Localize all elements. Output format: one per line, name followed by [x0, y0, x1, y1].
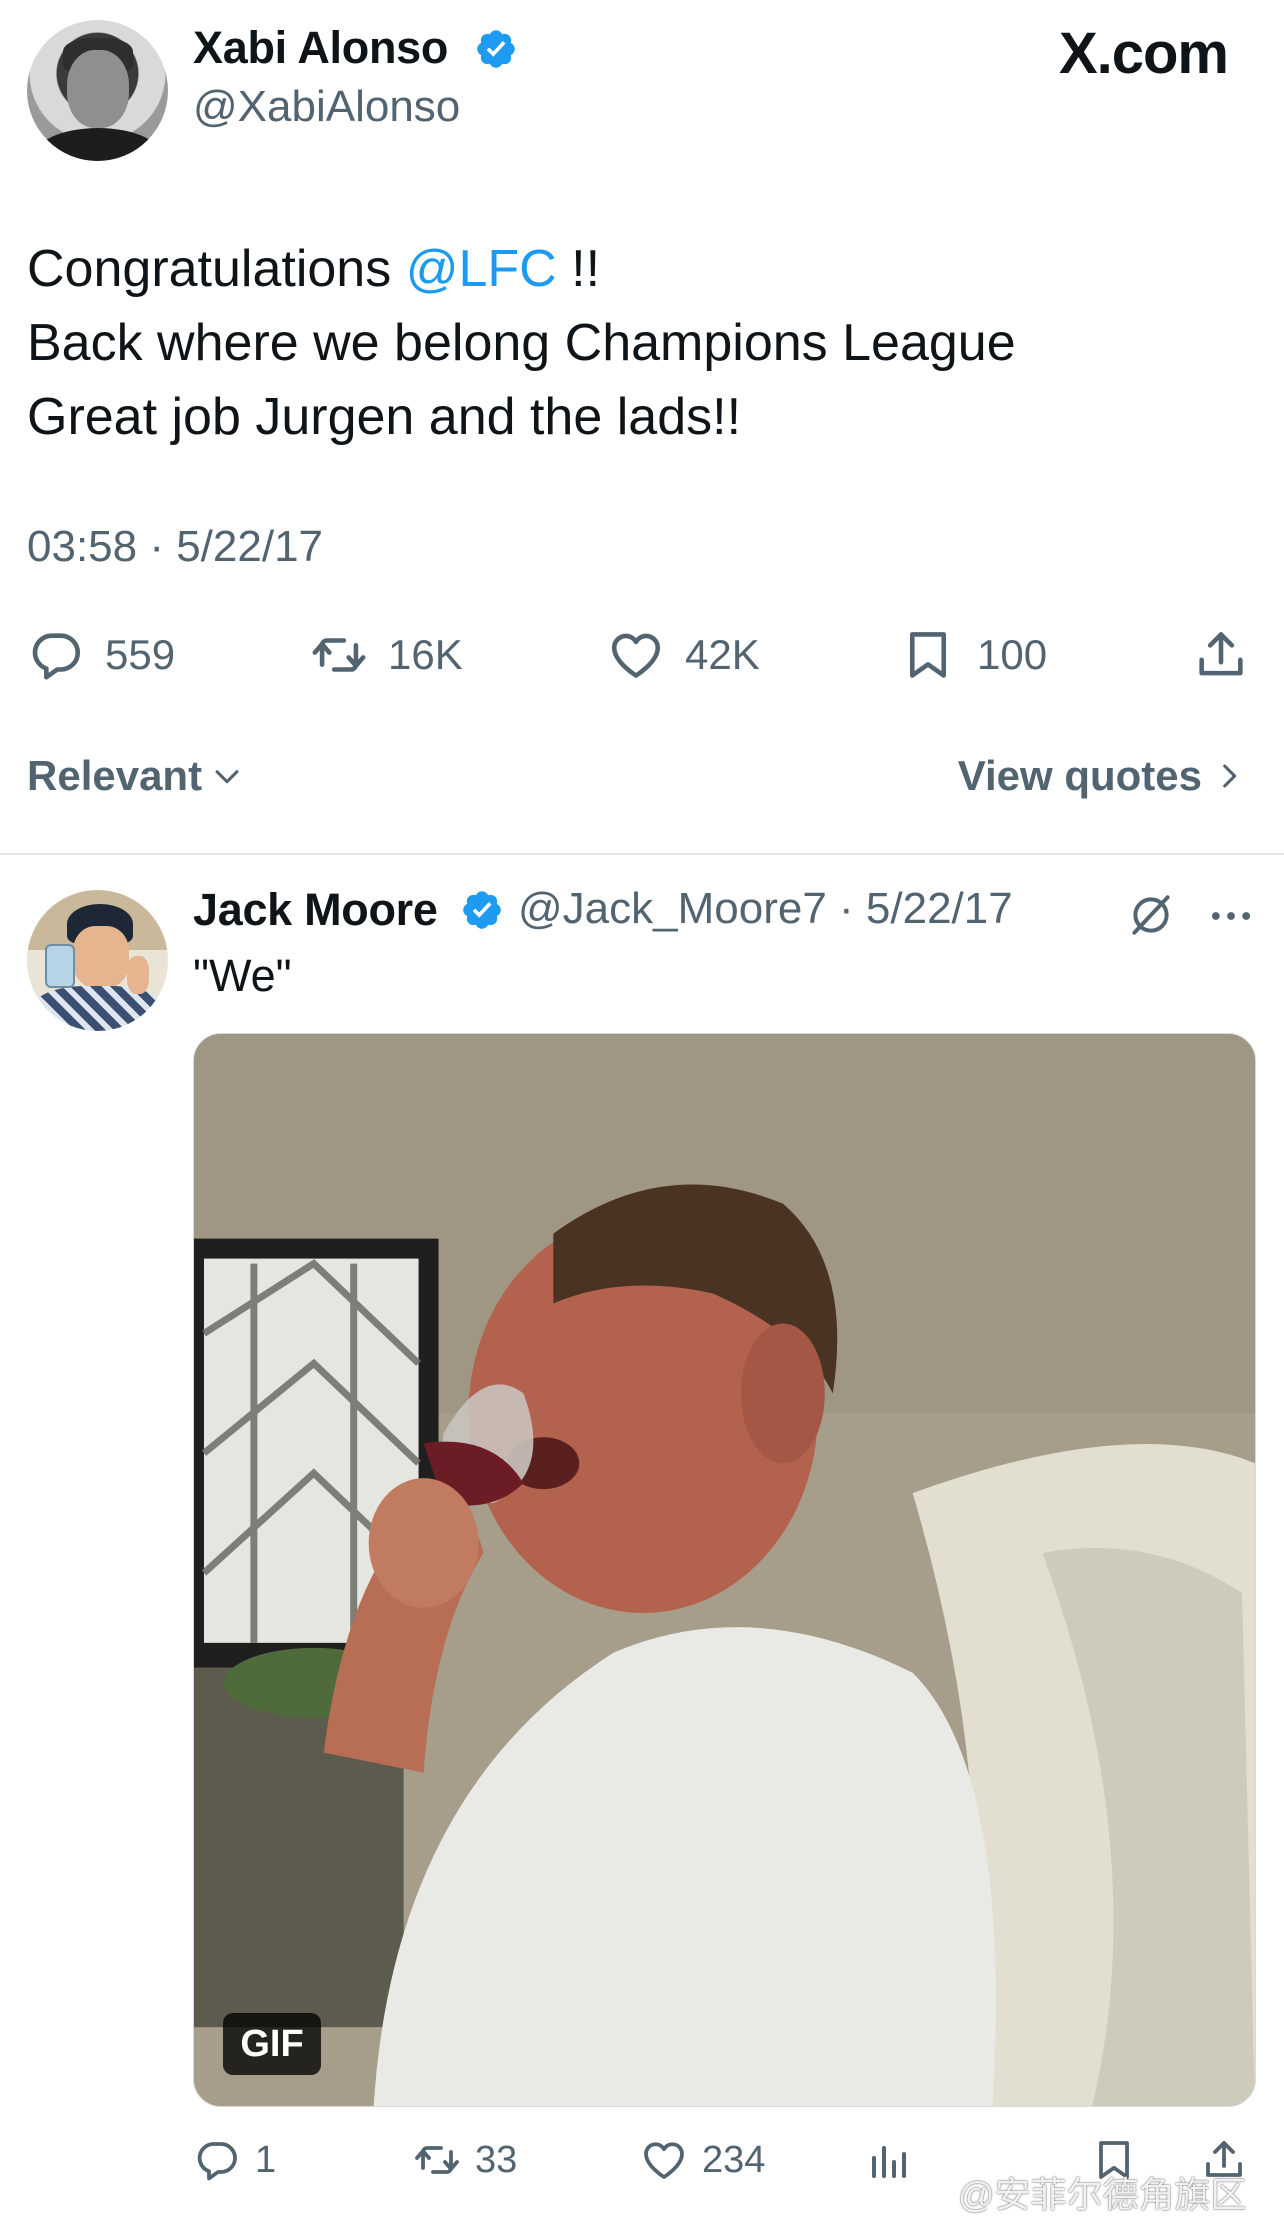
section-divider [0, 853, 1284, 855]
chevron-right-icon [1223, 764, 1237, 788]
gif-badge: GIF [223, 2013, 321, 2075]
grok-icon[interactable] [1126, 890, 1176, 940]
mention-link[interactable]: @LFC [406, 240, 557, 298]
chevron-down-icon [215, 770, 239, 784]
reply-icon [197, 2142, 237, 2181]
tweet-timestamp[interactable]: 03:58 · 5/22/17 [27, 522, 323, 572]
repost-icon [415, 2146, 459, 2174]
share-icon [1199, 632, 1243, 676]
like-button[interactable]: 42K [607, 620, 760, 690]
repost-button[interactable]: 16K [310, 620, 463, 690]
reply-text: "We" [193, 950, 292, 1001]
bookmark-button[interactable]: 100 [899, 620, 1047, 690]
gif-frame-image [194, 1034, 1255, 2106]
author-name[interactable]: Xabi Alonso [193, 22, 448, 74]
view-quotes-link[interactable]: View quotes [958, 752, 1246, 800]
sort-dropdown[interactable]: Relevant [27, 752, 244, 800]
verified-badge-icon [477, 30, 515, 68]
tweet-text: Congratulations @LFC !! Back where we be… [27, 240, 1016, 446]
reply-count: 559 [105, 631, 176, 678]
author-avatar[interactable] [27, 20, 168, 161]
like-count: 42K [685, 631, 760, 678]
like-icon [611, 633, 661, 678]
like-icon [644, 2142, 684, 2179]
reply-button[interactable]: 559 [27, 620, 175, 690]
bookmark-icon [909, 632, 947, 678]
reply-author-avatar[interactable] [27, 890, 168, 1031]
reply-author-name[interactable]: Jack Moore [193, 884, 438, 936]
reply-repost-count: 33 [475, 2138, 518, 2181]
repost-icon [312, 638, 366, 672]
verified-badge-icon [463, 891, 501, 929]
reply-views-button[interactable] [864, 2128, 912, 2192]
bookmark-count: 100 [977, 631, 1048, 678]
reply-like-count: 234 [702, 2138, 766, 2181]
more-icon[interactable] [1205, 890, 1257, 942]
reply-repost-button[interactable]: 33 [413, 2128, 517, 2192]
author-handle[interactable]: @XabiAlonso [193, 82, 460, 132]
reply-like-button[interactable]: 234 [640, 2128, 765, 2192]
reply-media-gif[interactable] [193, 1033, 1256, 2107]
reply-reply-button[interactable]: 1 [193, 2128, 276, 2192]
weibo-watermark: @安菲尔德角旗区 [958, 2174, 1247, 2215]
views-icon [872, 2146, 906, 2178]
tweet-actions: 559 16K 42K 100 [0, 620, 1284, 690]
brand-logo: X.com [1058, 21, 1229, 86]
repost-count: 16K [388, 631, 463, 678]
reply-author-handle-date[interactable]: @Jack_Moore7 · 5/22/17 [518, 884, 1013, 934]
reply-reply-count: 1 [255, 2138, 277, 2181]
view-quotes-label: View quotes [957, 752, 1202, 799]
share-button[interactable] [1192, 620, 1250, 690]
sort-label: Relevant [27, 752, 203, 799]
reply-icon [32, 633, 81, 680]
